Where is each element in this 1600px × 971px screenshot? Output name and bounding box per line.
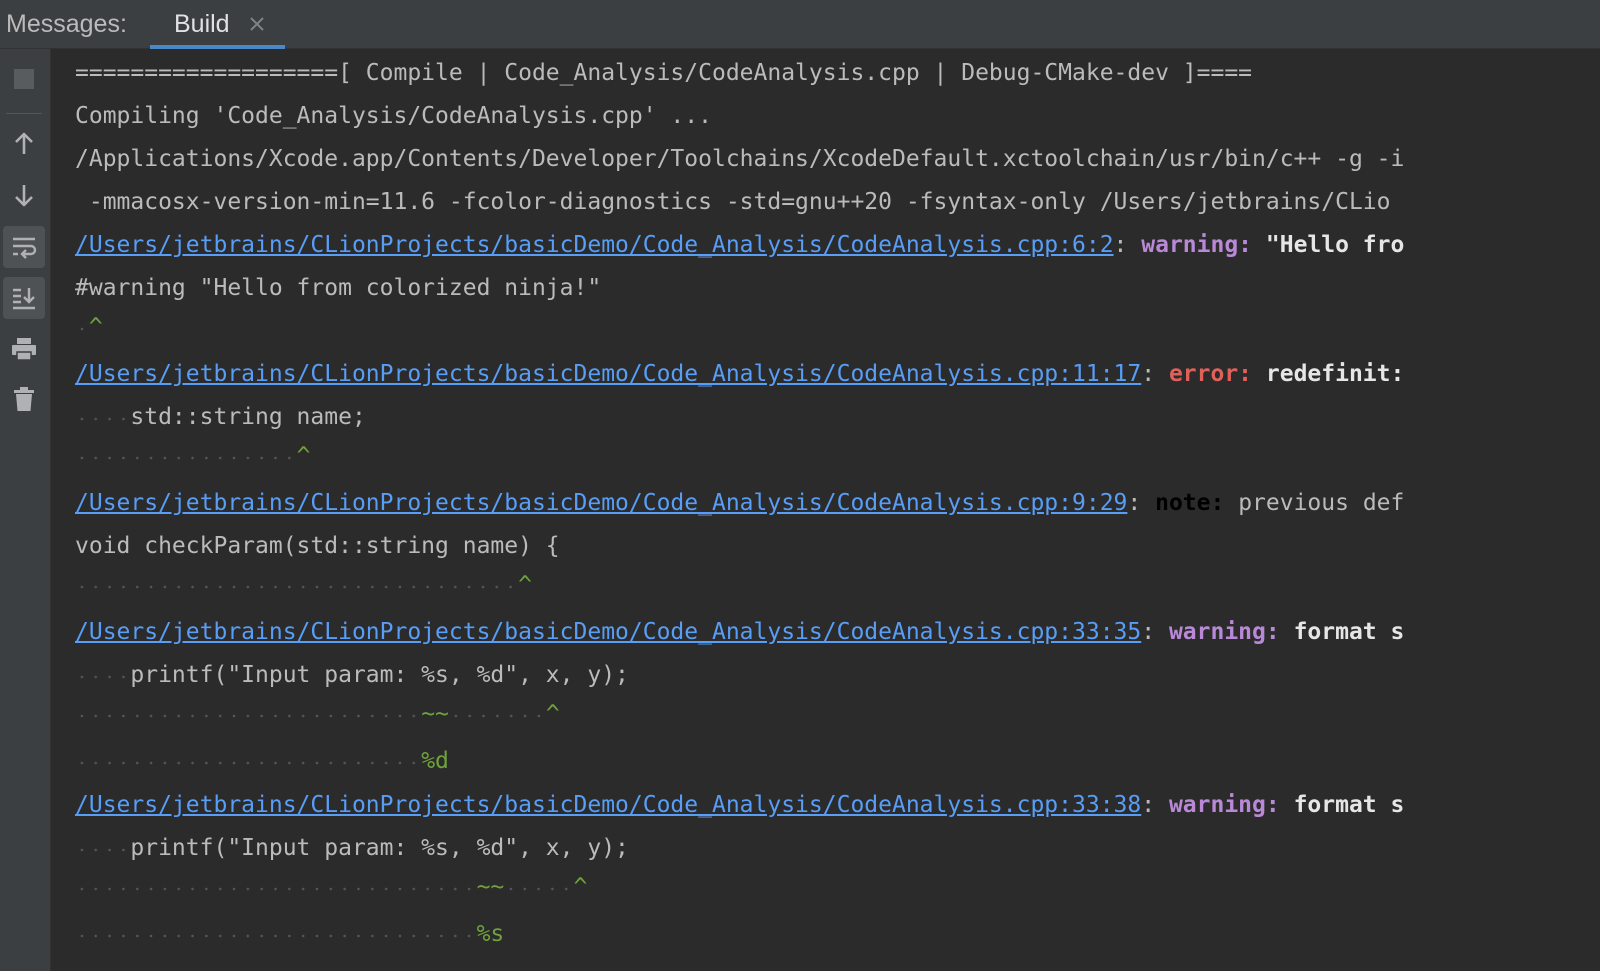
caret-line: ^ — [75, 570, 532, 600]
file-location-link[interactable]: /Users/jetbrains/CLionProjects/basicDemo… — [75, 619, 1141, 645]
build-header-line: ===================[ Compile | Code_Anal… — [75, 60, 1253, 86]
diagnostic-message: format s — [1279, 619, 1405, 645]
fixit-line: %s — [75, 919, 504, 949]
caret-line: ^ — [75, 312, 103, 342]
compiling-line: Compiling 'Code_Analysis/CodeAnalysis.cp… — [75, 103, 712, 129]
diagnostic-line: /Users/jetbrains/CLionProjects/basicDemo… — [75, 488, 1404, 518]
source-code: printf("Input param: %s, %d", x, y); — [130, 662, 629, 688]
caret-marker: ^ — [296, 443, 311, 469]
caret-marker: ^ — [545, 701, 560, 727]
stop-icon — [14, 69, 34, 89]
messages-title: Messages: — [6, 10, 127, 38]
file-location-link[interactable]: /Users/jetbrains/CLionProjects/basicDemo… — [75, 490, 1127, 516]
tilde-marker: ~~ — [421, 701, 449, 727]
source-line: #warning "Hello from colorized ninja!" — [75, 273, 601, 303]
console-toolbar — [0, 49, 51, 971]
caret-marker: ^ — [88, 314, 103, 340]
messages-header: Messages: Build — [0, 0, 1600, 49]
tilde-marker: ~~ — [476, 874, 505, 900]
diagnostic-separator: : — [1141, 361, 1169, 387]
diagnostic-kind-warning: warning: — [1168, 619, 1280, 645]
diagnostic-kind-warning: warning: — [1168, 792, 1280, 818]
file-location-link[interactable]: /Users/jetbrains/CLionProjects/basicDemo… — [75, 232, 1114, 258]
file-location-link[interactable]: /Users/jetbrains/CLionProjects/basicDemo… — [75, 792, 1141, 818]
fixit-hint: %d — [421, 748, 449, 774]
source-code: void checkParam(std::string name) { — [75, 533, 560, 559]
caret-line: ~~ ^ — [75, 699, 560, 729]
diagnostic-line: /Users/jetbrains/CLionProjects/basicDemo… — [75, 617, 1404, 647]
diagnostic-kind-warning: warning: — [1141, 232, 1253, 258]
soft-wrap-icon — [13, 237, 37, 259]
diagnostic-line: /Users/jetbrains/CLionProjects/basicDemo… — [75, 790, 1404, 820]
file-location-link[interactable]: /Users/jetbrains/CLionProjects/basicDemo… — [75, 361, 1141, 387]
fixit-line: %d — [75, 746, 449, 776]
diagnostic-message: redefinit: — [1252, 361, 1405, 387]
source-code: std::string name; — [130, 404, 366, 430]
close-icon[interactable] — [247, 14, 267, 34]
caret-marker: ^ — [518, 572, 532, 598]
trash-icon — [14, 387, 34, 411]
diagnostic-line: /Users/jetbrains/CLionProjects/basicDemo… — [75, 359, 1404, 389]
next-message-button[interactable] — [3, 174, 45, 216]
source-line: printf("Input param: %s, %d", x, y); — [75, 833, 629, 863]
previous-message-button[interactable] — [3, 123, 45, 165]
source-line: std::string name; — [75, 402, 366, 432]
caret-marker: ^ — [573, 874, 588, 900]
arrow-up-icon — [15, 132, 33, 154]
diagnostic-line: /Users/jetbrains/CLionProjects/basicDemo… — [75, 230, 1404, 260]
tab-build[interactable]: Build — [150, 0, 285, 49]
diagnostic-message: previous def — [1224, 490, 1405, 516]
scroll-to-end-icon — [13, 288, 35, 310]
print-icon — [12, 338, 36, 361]
diagnostic-separator: : — [1141, 619, 1169, 645]
diagnostic-kind-note: note: — [1155, 490, 1225, 516]
clear-all-button[interactable] — [3, 378, 45, 420]
caret-line: ^ — [75, 441, 310, 471]
diagnostic-separator: : — [1127, 490, 1156, 516]
toolbar-separator — [6, 113, 42, 114]
caret-line: ~~ ^ — [75, 872, 587, 902]
build-window: Messages: Build ===================[Com… — [0, 0, 1600, 971]
diagnostic-separator: : — [1141, 792, 1169, 818]
stop-button[interactable] — [3, 58, 45, 100]
diagnostic-message: format s — [1279, 792, 1405, 818]
diagnostic-message: "Hello fro — [1252, 232, 1405, 258]
fixit-hint: %s — [476, 921, 505, 947]
command-line: /Applications/Xcode.app/Contents/Develop… — [75, 146, 1405, 172]
print-button[interactable] — [3, 328, 45, 370]
command-line-continued: -mmacosx-version-min=11.6 -fcolor-diagno… — [75, 189, 1391, 215]
source-code: #warning "Hello from colorized ninja!" — [75, 275, 602, 301]
soft-wrap-button[interactable] — [3, 226, 45, 268]
build-output-console[interactable]: ===================[ Compile | Code_Anal… — [51, 49, 1600, 971]
scroll-to-end-button[interactable] — [3, 277, 45, 319]
source-line: void checkParam(std::string name) { — [75, 531, 560, 561]
arrow-down-icon — [15, 185, 33, 207]
diagnostic-separator: : — [1113, 232, 1142, 258]
diagnostic-kind-error: error: — [1168, 361, 1253, 387]
source-code: printf("Input param: %s, %d", x, y); — [130, 835, 629, 861]
source-line: printf("Input param: %s, %d", x, y); — [75, 660, 629, 690]
tab-build-label: Build — [174, 10, 230, 38]
